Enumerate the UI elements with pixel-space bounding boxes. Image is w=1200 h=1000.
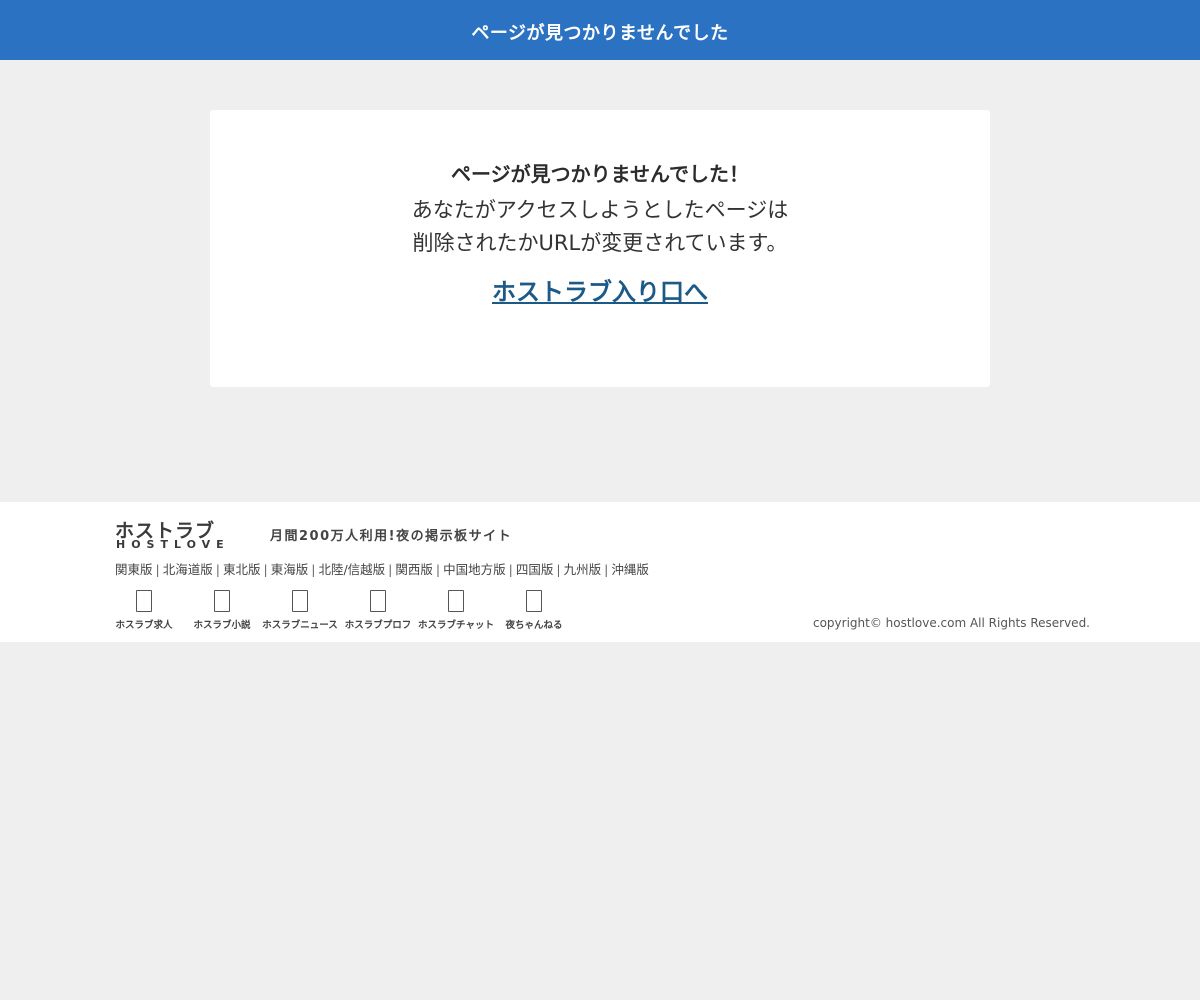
region-link-kansai[interactable]: 関西版 <box>395 562 433 577</box>
region-separator: | <box>215 562 220 577</box>
region-link-chugoku[interactable]: 中国地方版 <box>443 562 506 577</box>
logo-english-text: HOSTLOVE <box>116 538 230 551</box>
region-separator: | <box>263 562 268 577</box>
region-separator: | <box>388 562 393 577</box>
region-link-tokai[interactable]: 東海版 <box>271 562 309 577</box>
region-separator: | <box>508 562 513 577</box>
service-links: ホスラブ求人 ホスラブ小説 ホスラブニュース ホスラブプロフ ホスラブチャット … <box>105 590 585 636</box>
region-separator: | <box>311 562 316 577</box>
error-message-line-1: あなたがアクセスしようとしたページは <box>411 198 789 222</box>
region-link-kanto[interactable]: 関東版 <box>115 562 153 577</box>
region-link-hokuriku[interactable]: 北陸/信越版 <box>318 562 385 577</box>
page-title: ページが見つかりませんでした <box>471 23 729 44</box>
region-links: 関東版 | 北海道版 | 東北版 | 東海版 | 北陸/信越版 | 関西版 | 中国地方版 | 四国版 | 九州… <box>115 559 649 578</box>
footer: ホストラブ HOSTLOVE 月間200万人利用!夜の掲示板サイト 関東版 | 北海… <box>0 502 1200 642</box>
entrance-link-wrapper: ホストラブ入り口へ <box>210 272 990 307</box>
service-profile[interactable]: ホスラブプロフ <box>339 590 417 631</box>
region-link-okinawa[interactable]: 沖縄版 <box>611 562 649 577</box>
copyright-text: copyright© hostlove.com All Rights Reser… <box>812 616 1090 630</box>
channel-icon <box>526 590 542 612</box>
profile-icon <box>370 590 386 612</box>
hostlove-logo[interactable]: ホストラブ HOSTLOVE <box>115 516 255 551</box>
error-message-line-2: 削除されたかURLが変更されています。 <box>412 231 788 255</box>
service-channel[interactable]: 夜ちゃんねる <box>495 590 573 631</box>
service-label: ホスラブニュース <box>262 620 338 631</box>
service-novel[interactable]: ホスラブ小説 <box>183 590 261 631</box>
header-bar: ページが見つかりませんでした <box>0 0 1200 60</box>
service-label: ホスラブ小説 <box>193 620 251 631</box>
service-label: ホスラブチャット <box>418 620 494 631</box>
region-separator: | <box>155 562 160 577</box>
region-link-kyushu[interactable]: 九州版 <box>564 562 602 577</box>
region-separator: | <box>556 562 561 577</box>
chat-icon <box>448 590 464 612</box>
novel-icon <box>214 590 230 612</box>
service-chat[interactable]: ホスラブチャット <box>417 590 495 631</box>
error-heading: ページが見つかりませんでした！ <box>451 162 749 186</box>
service-label: 夜ちゃんねる <box>505 620 563 631</box>
region-link-hokkaido[interactable]: 北海道版 <box>163 562 213 577</box>
site-tagline: 月間200万人利用!夜の掲示板サイト <box>270 529 513 544</box>
entrance-link[interactable]: ホストラブ入り口へ <box>492 278 708 306</box>
service-job[interactable]: ホスラブ求人 <box>105 590 183 631</box>
region-separator: | <box>435 562 441 577</box>
error-card: ページが見つかりませんでした！ あなたがアクセスしようとしたページは 削除された… <box>210 110 990 387</box>
job-icon <box>136 590 152 612</box>
service-label: ホスラブプロフ <box>344 620 412 631</box>
region-link-tohoku[interactable]: 東北版 <box>223 562 261 577</box>
region-separator: | <box>604 562 609 577</box>
service-news[interactable]: ホスラブニュース <box>261 590 339 631</box>
news-icon <box>292 590 308 612</box>
service-label: ホスラブ求人 <box>115 620 173 631</box>
region-link-shikoku[interactable]: 四国版 <box>516 562 554 577</box>
